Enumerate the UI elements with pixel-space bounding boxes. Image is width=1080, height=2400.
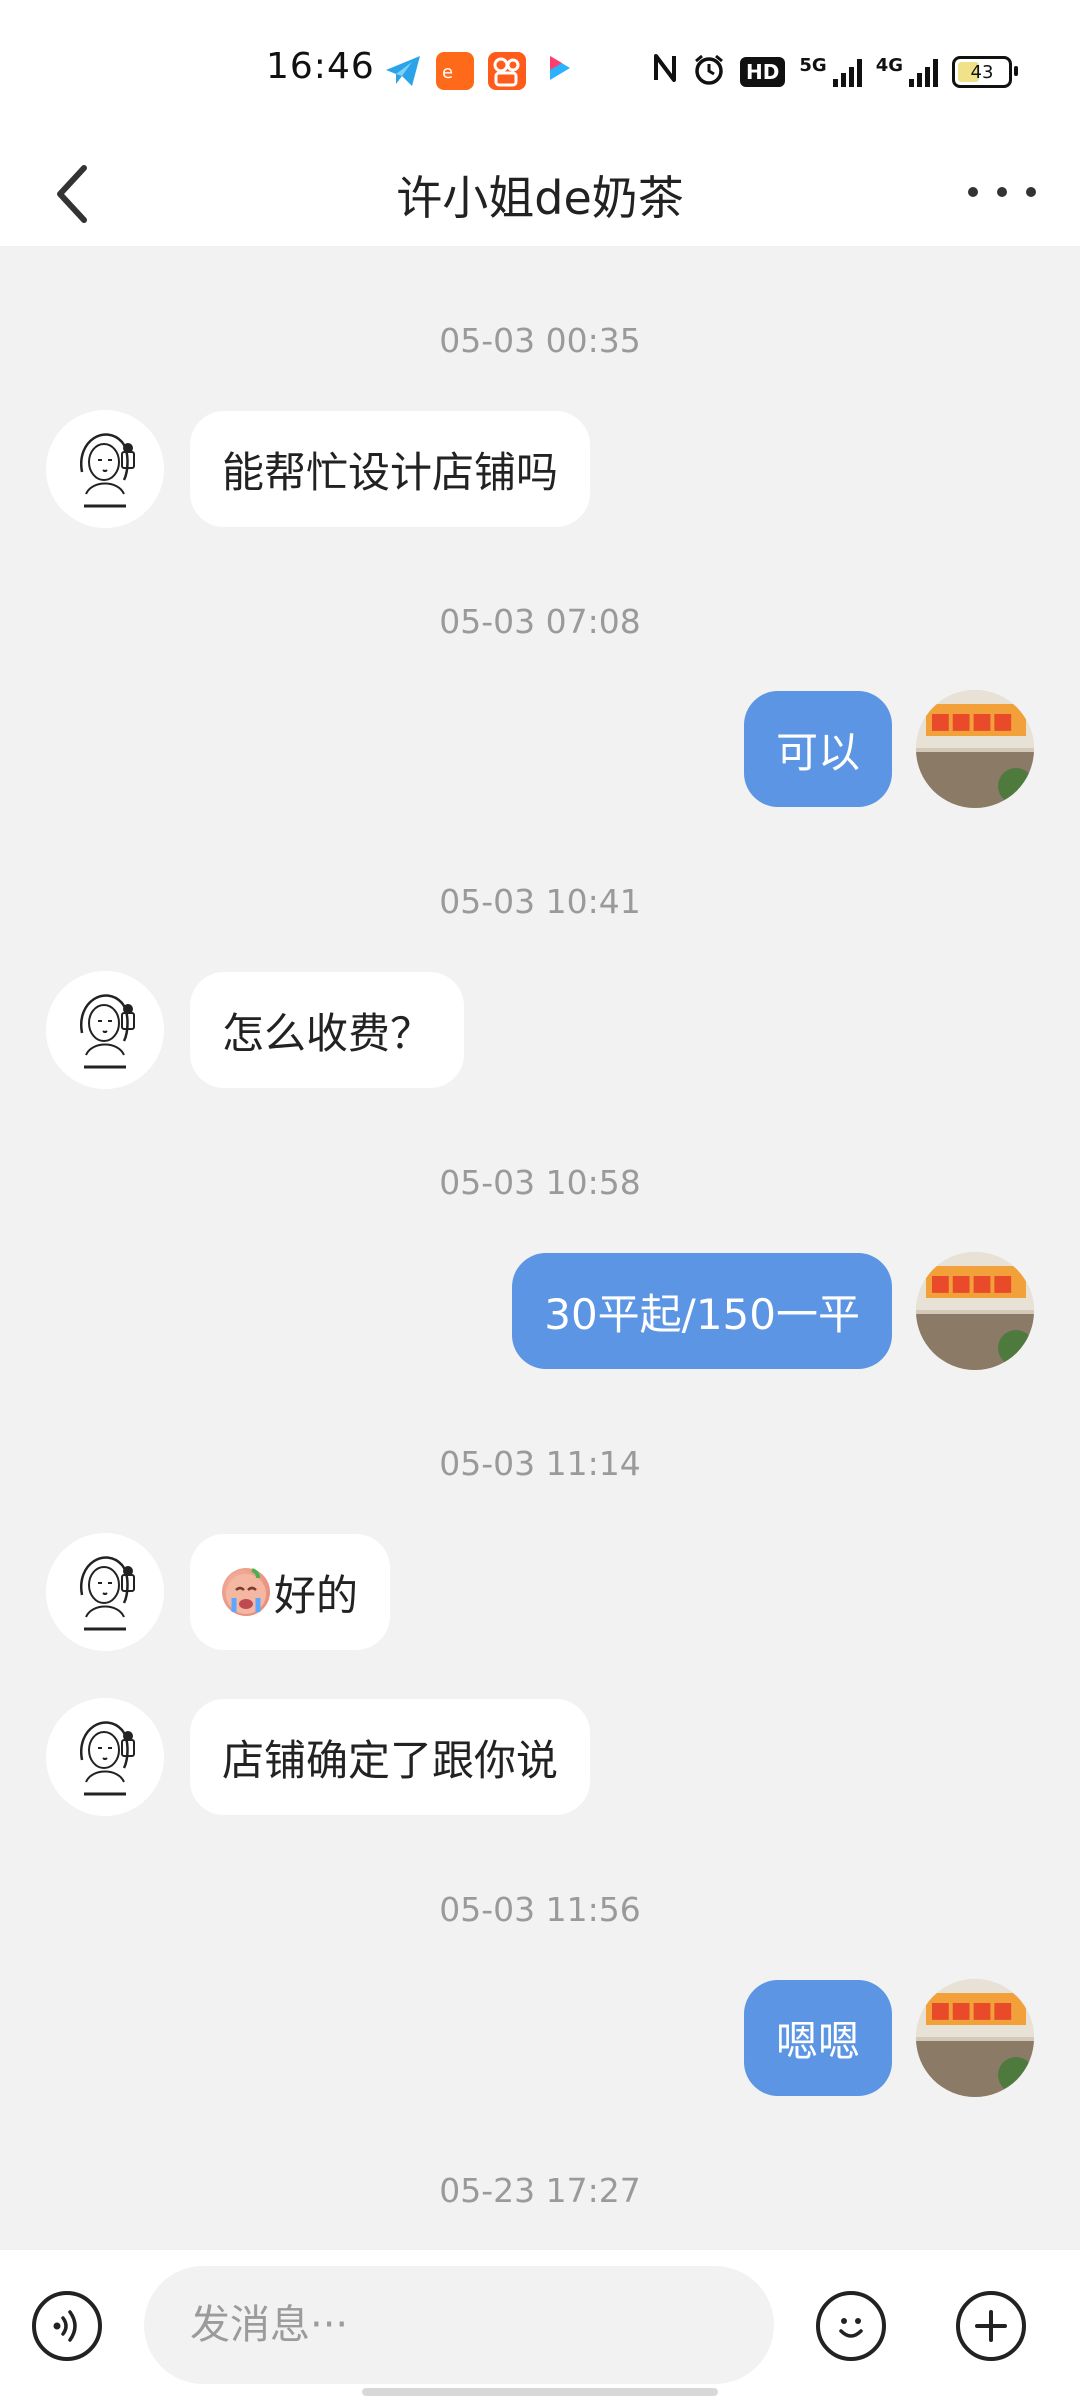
youku-app-icon <box>540 52 578 90</box>
message-timestamp: 05-03 07:08 <box>439 602 641 641</box>
message-bubble-incoming[interactable]: 好的 <box>190 1534 391 1650</box>
message-text: 怎么收费？ <box>222 1008 433 1058</box>
message-timestamp: 05-03 10:41 <box>439 882 641 921</box>
plus-icon <box>975 2310 1007 2342</box>
message-bubble-outgoing[interactable]: 可以 <box>743 691 892 807</box>
chat-header: 许小姐de奶茶 <box>0 140 1080 246</box>
shop-photo-avatar-icon: ■■■■ <box>916 690 1034 808</box>
input-bar <box>0 2250 1080 2400</box>
my-avatar[interactable]: ■■■■ <box>916 690 1034 808</box>
more-dot-icon <box>968 187 978 197</box>
message-bubble-outgoing[interactable]: 30平起/150一平 <box>512 1253 892 1369</box>
message-bubble-incoming[interactable]: 能帮忙设计店铺吗 <box>190 411 591 527</box>
my-avatar[interactable]: ■■■■ <box>916 1252 1034 1370</box>
signal-icon-1 <box>832 57 862 87</box>
network-4g-label: 4G <box>875 54 903 76</box>
shop-photo-avatar-icon: ■■■■ <box>916 1979 1034 2097</box>
contact-avatar[interactable] <box>46 1533 164 1651</box>
chat-title: 许小姐de奶茶 <box>396 171 684 225</box>
telegram-app-icon <box>384 52 422 90</box>
more-dot-icon <box>997 187 1007 197</box>
message-text: 能帮忙设计店铺吗 <box>222 447 559 497</box>
svg-text:■■■■: ■■■■ <box>930 1998 1013 2023</box>
smiley-face-icon <box>839 2318 863 2338</box>
message-text: 可以 <box>775 727 860 777</box>
girl-avatar-icon <box>46 1533 164 1651</box>
shop-photo-avatar-icon: ■■■■ <box>916 1252 1034 1370</box>
svg-text:■■■■: ■■■■ <box>930 709 1013 734</box>
status-bar: 16:46 e HD 5G 4G 43 <box>0 0 1080 140</box>
home-indicator[interactable] <box>362 2388 718 2396</box>
message-bubble-outgoing[interactable]: 嗯嗯 <box>743 1980 892 2096</box>
my-avatar[interactable]: ■■■■ <box>916 1979 1034 2097</box>
kuaishou-app-icon <box>488 52 526 90</box>
contact-avatar[interactable] <box>46 971 164 1089</box>
svg-text:e: e <box>442 62 453 83</box>
message-text: 好的 <box>274 1570 359 1620</box>
message-text: 嗯嗯 <box>775 2016 860 2066</box>
hd-voice-icon: HD <box>740 57 786 87</box>
more-dot-icon <box>1026 187 1036 197</box>
network-5g-label: 5G <box>799 54 827 76</box>
status-time: 16:46 <box>266 46 375 87</box>
more-actions-button[interactable] <box>956 2291 1026 2361</box>
message-timestamp: 05-03 10:58 <box>439 1163 641 1202</box>
message-timestamp: 05-03 11:14 <box>439 1444 641 1483</box>
battery-icon: 43 <box>952 56 1018 88</box>
contact-avatar[interactable] <box>46 1698 164 1816</box>
message-timestamp: 05-03 00:35 <box>439 321 641 360</box>
svg-text:■■■■: ■■■■ <box>930 1271 1013 1296</box>
girl-avatar-icon <box>46 410 164 528</box>
girl-avatar-icon <box>46 1698 164 1816</box>
signal-icon-2 <box>909 57 938 87</box>
status-icons: HD 5G 4G 43 <box>652 52 1018 92</box>
more-options-button[interactable] <box>968 172 1036 212</box>
emoji-button[interactable] <box>816 2291 886 2361</box>
message-timestamp: 05-03 11:56 <box>439 1890 641 1929</box>
nfc-icon <box>652 52 678 92</box>
voice-input-button[interactable] <box>32 2291 102 2361</box>
message-input[interactable] <box>144 2266 774 2384</box>
message-list[interactable]: 05-03 00:35 能帮忙设计店铺吗 05-03 07:08 ■■■■ 可以 <box>0 246 1080 2250</box>
message-bubble-incoming[interactable]: 怎么收费？ <box>190 972 465 1088</box>
ali-app-icon: e <box>436 52 474 90</box>
message-text: 30平起/150一平 <box>544 1289 860 1339</box>
contact-avatar[interactable] <box>46 410 164 528</box>
battery-level: 43 <box>970 61 994 83</box>
girl-avatar-icon <box>46 971 164 1089</box>
alarm-icon <box>692 53 726 91</box>
crying-face-emoji-icon <box>222 1568 270 1616</box>
message-timestamp: 05-23 17:27 <box>439 2171 641 2210</box>
voice-wave-icon <box>53 2310 77 2342</box>
message-text: 店铺确定了跟你说 <box>222 1735 559 1785</box>
message-bubble-incoming[interactable]: 店铺确定了跟你说 <box>190 1699 591 1815</box>
